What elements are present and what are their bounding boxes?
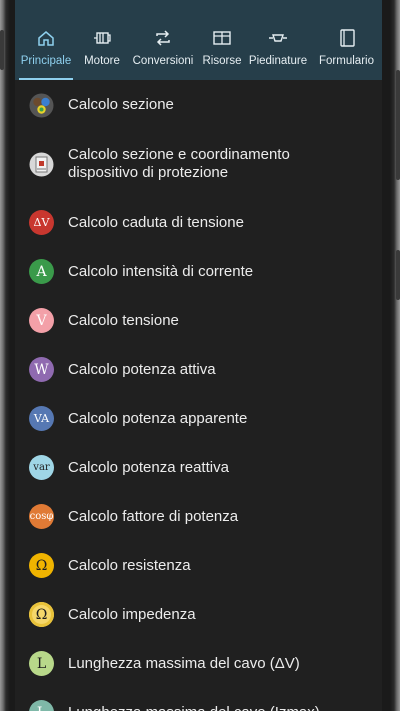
tab-label: Piedinature xyxy=(248,55,308,67)
list-item-label: Calcolo potenza attiva xyxy=(68,360,216,378)
list-item[interactable]: L Lunghezza massima del cavo (ΔV) xyxy=(15,639,382,688)
tab-label: Conversioni xyxy=(132,55,194,67)
tab-motore[interactable]: Motore xyxy=(77,0,127,80)
list-item[interactable]: Ω Calcolo resistenza xyxy=(15,541,382,590)
list-item[interactable]: V Calcolo tensione xyxy=(15,296,382,345)
tab-principale[interactable]: Principale xyxy=(15,0,77,80)
impedance-icon: Ω xyxy=(29,602,54,627)
app-screen: Principale Motore Conversioni Risorse Piedin… xyxy=(15,0,382,711)
list-item[interactable]: Calcolo sezione e coordinamento disposit… xyxy=(15,130,382,198)
icon-symbol: var xyxy=(33,462,50,473)
list-item-label: Lunghezza massima del cavo (ΔV) xyxy=(68,654,300,672)
list-item[interactable]: var Calcolo potenza reattiva xyxy=(15,443,382,492)
icon-symbol: VA xyxy=(33,412,50,425)
list-item-label: Calcolo caduta di tensione xyxy=(68,213,244,231)
volt-icon: V xyxy=(29,308,54,333)
ampere-icon: A xyxy=(29,259,54,284)
icon-symbol: A xyxy=(36,263,47,280)
book-open-icon xyxy=(213,31,231,45)
list-item-label: Calcolo resistenza xyxy=(68,556,191,574)
tab-label: Formulario xyxy=(319,55,374,67)
watt-icon: W xyxy=(29,357,54,382)
repeat-icon xyxy=(156,30,170,46)
list-item-label: Calcolo potenza reattiva xyxy=(68,458,229,476)
va-icon: VA xyxy=(29,406,54,431)
icon-symbol: cosφ xyxy=(29,511,54,522)
list-item[interactable]: cosφ Calcolo fattore di potenza xyxy=(15,492,382,541)
list-item-label: Calcolo sezione xyxy=(68,96,174,113)
tab-risorse[interactable]: Risorse xyxy=(199,0,245,80)
cable-length-izmax-icon: L xyxy=(29,700,54,711)
side-button xyxy=(396,250,400,300)
list-item[interactable]: VA Calcolo potenza apparente xyxy=(15,394,382,443)
list-item-label: Calcolo fattore di potenza xyxy=(68,507,239,525)
tab-bar: Principale Motore Conversioni Risorse Piedin… xyxy=(15,0,382,80)
tab-label: Motore xyxy=(84,55,120,67)
breaker-icon xyxy=(29,152,54,177)
connector-icon xyxy=(269,34,287,42)
icon-symbol: Ω xyxy=(35,557,48,574)
list-item-label: Calcolo sezione e coordinamento disposit… xyxy=(68,146,290,181)
icon-symbol: L xyxy=(36,655,47,672)
side-button xyxy=(396,70,400,180)
tab-label: Principale xyxy=(20,55,72,67)
ohm-icon: Ω xyxy=(29,553,54,578)
icon-symbol: Ω xyxy=(35,606,48,623)
tab-label: Risorse xyxy=(202,55,242,67)
voltage-drop-icon: ΔV xyxy=(29,210,54,235)
var-icon: var xyxy=(29,455,54,480)
tab-conversioni[interactable]: Conversioni xyxy=(127,0,199,80)
tab-piedinature[interactable]: Piedinature xyxy=(245,0,311,80)
tab-formulario[interactable]: Formulario xyxy=(311,0,382,80)
icon-symbol: V xyxy=(36,312,47,329)
notebook-icon xyxy=(339,29,355,47)
list-item-label: Lunghezza massima del cavo (Izmax) xyxy=(68,704,320,711)
cable-section-icon xyxy=(29,93,54,118)
icon-symbol: W xyxy=(34,361,49,378)
motor-icon xyxy=(94,32,111,44)
list-item[interactable]: Calcolo sezione xyxy=(15,80,382,130)
list-item[interactable]: W Calcolo potenza attiva xyxy=(15,345,382,394)
list-item[interactable]: ΔV Calcolo caduta di tensione xyxy=(15,198,382,247)
cable-length-icon: L xyxy=(29,651,54,676)
icon-symbol: ΔV xyxy=(33,216,50,229)
list-item[interactable]: L Lunghezza massima del cavo (Izmax) xyxy=(15,688,382,711)
list-item-label: Calcolo tensione xyxy=(68,311,179,329)
icon-symbol: L xyxy=(37,705,46,711)
list-item-label: Calcolo potenza apparente xyxy=(68,409,248,427)
home-icon xyxy=(38,31,54,46)
list-item-label: Calcolo intensità di corrente xyxy=(68,262,254,280)
list-item-label: Calcolo impedenza xyxy=(68,605,196,623)
cosphi-icon: cosφ xyxy=(29,504,54,529)
list-item[interactable]: A Calcolo intensità di corrente xyxy=(15,247,382,296)
side-button xyxy=(0,30,4,70)
list-item[interactable]: Ω Calcolo impedenza xyxy=(15,590,382,639)
